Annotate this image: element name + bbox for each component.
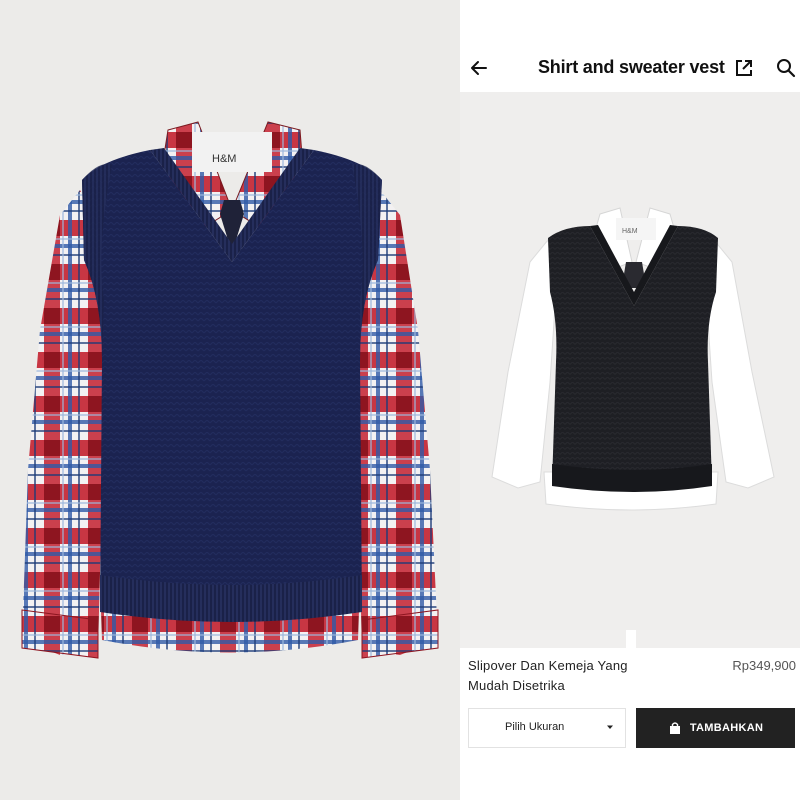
thumbnail[interactable]	[460, 630, 626, 648]
search-icon	[777, 59, 796, 78]
add-to-bag-button[interactable]: TAMBAHKAN	[636, 708, 795, 748]
app-bar: Shirt and sweater vest	[460, 44, 800, 92]
status-bar-area	[460, 0, 800, 44]
thumbnail-strip	[460, 630, 800, 648]
page-title: Shirt and sweater vest	[538, 57, 725, 77]
add-to-bag-content: TAMBAHKAN	[668, 721, 763, 735]
product-price: Rp349,900	[732, 658, 796, 673]
plaid-shirt-navy-vest-illustration: H&M	[21, 121, 439, 659]
size-select-label: Pilih Ukuran	[505, 721, 565, 733]
size-select[interactable]: Pilih Ukuran	[468, 708, 626, 748]
add-to-bag-label: TAMBAHKAN	[689, 722, 764, 734]
product-info: Slipover Dan Kemeja Yang Mudah Disetrika…	[460, 648, 800, 698]
product-name: Slipover Dan Kemeja Yang Mudah Disetrika	[468, 658, 628, 693]
left-product-photo: H&M	[0, 0, 460, 800]
external-link-icon	[736, 60, 752, 76]
open-external-button[interactable]	[732, 56, 756, 80]
white-shirt-black-vest-illustration: H&M	[491, 207, 775, 511]
product-image[interactable]: H&M	[460, 92, 800, 630]
back-arrow-icon	[471, 61, 487, 75]
search-button[interactable]	[774, 56, 798, 80]
product-brand-tag: H&M	[622, 228, 638, 235]
back-button[interactable]	[464, 54, 494, 82]
caret-down-icon	[607, 725, 613, 729]
shopping-bag-icon	[669, 722, 680, 734]
left-brand-tag: H&M	[212, 153, 236, 165]
thumbnail[interactable]	[636, 630, 800, 648]
product-detail-screen: Shirt and sweater vest H&M Slipover Dan …	[460, 0, 800, 800]
